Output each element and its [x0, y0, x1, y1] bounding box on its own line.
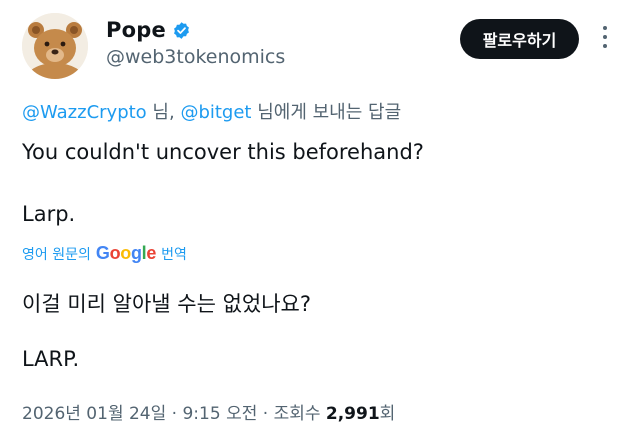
google-logo-letter: G: [95, 243, 110, 263]
meta-separator: ·: [257, 404, 274, 424]
google-logo-letter: g: [130, 243, 142, 263]
views-unit: 회: [379, 404, 396, 424]
verified-badge-icon: [173, 21, 189, 39]
reply-mention-wazzcrypto[interactable]: @WazzCrypto: [22, 102, 147, 123]
tweet-date[interactable]: 2026년 01월 24일: [22, 404, 166, 424]
more-options-icon[interactable]: [598, 26, 612, 54]
translation-suffix: 번역: [161, 246, 187, 263]
translated-text-line: 이걸 미리 알아낼 수는 없었나요?: [22, 292, 312, 316]
reply-context-text: 님,: [146, 102, 181, 123]
translation-attribution[interactable]: 영어 원문의 Google 번역: [22, 243, 187, 264]
google-logo-letter: o: [109, 243, 121, 263]
google-logo-letter: e: [146, 243, 157, 263]
views-count: 2,991: [325, 404, 380, 424]
translated-text-line: LARP.: [22, 347, 80, 371]
tweet-text-line: Larp.: [22, 202, 76, 226]
more-dot: [603, 44, 607, 48]
meta-separator: ·: [166, 404, 183, 424]
translation-prefix: 영어 원문의: [22, 246, 91, 263]
more-dot: [603, 26, 607, 30]
follow-button[interactable]: 팔로우하기: [460, 19, 579, 59]
google-logo-letter: o: [120, 243, 131, 263]
reply-context: @WazzCrypto 님, @bitget 님에게 보내는 답글: [22, 98, 401, 124]
author-display-name[interactable]: Pope: [106, 18, 166, 42]
teddy-bear-avatar-image: [22, 13, 88, 79]
views-label: 조회수: [273, 404, 326, 424]
tweet-text-line: You couldn't uncover this beforehand?: [22, 140, 424, 164]
more-dot: [603, 35, 607, 39]
avatar[interactable]: [22, 13, 88, 79]
reply-mention-bitget[interactable]: @bitget: [180, 102, 251, 123]
author-name-row: Pope: [106, 18, 191, 42]
google-logo: Google: [95, 243, 157, 264]
tweet-card: Pope @web3tokenomics 팔로우하기 @WazzCrypto 님…: [0, 0, 640, 441]
tweet-meta: 2026년 01월 24일 · 9:15 오전 · 조회수 2,991회: [22, 399, 395, 424]
author-handle[interactable]: @web3tokenomics: [106, 46, 285, 68]
tweet-time[interactable]: 9:15 오전: [182, 404, 257, 424]
reply-context-text: 님에게 보내는 답글: [251, 102, 402, 123]
